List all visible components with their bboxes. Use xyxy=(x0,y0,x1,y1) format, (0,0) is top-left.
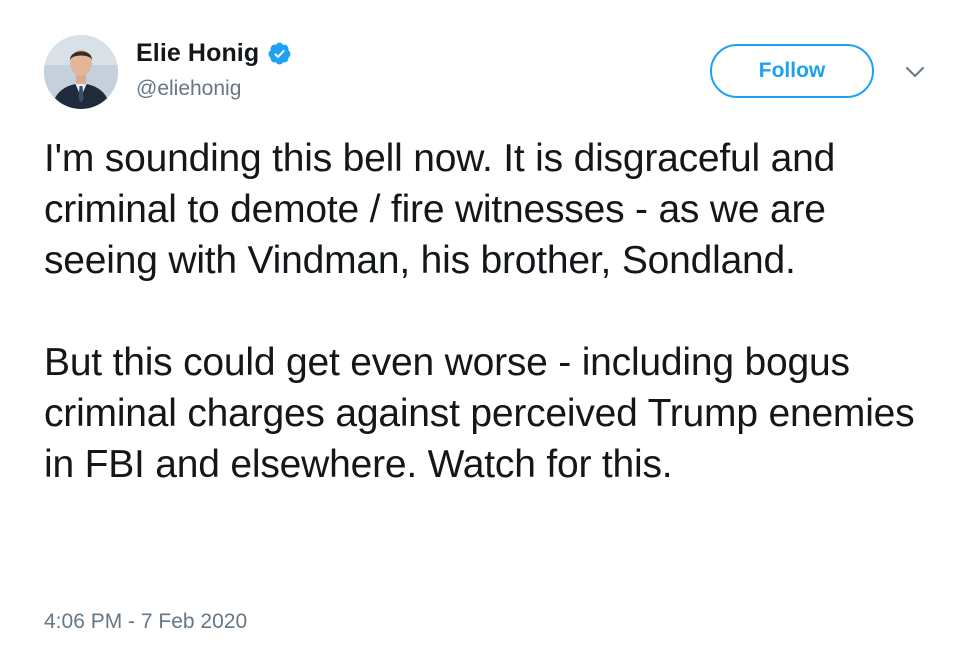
tweet-paragraph: But this could get even worse - includin… xyxy=(44,341,915,486)
author-name-row: Elie Honig xyxy=(136,37,292,69)
tweet-card: Elie Honig @eliehonig Follow I'm soundin… xyxy=(0,0,972,656)
tweet-text: I'm sounding this bell now. It is disgra… xyxy=(44,133,944,490)
tweet-paragraph: I'm sounding this bell now. It is disgra… xyxy=(44,137,836,282)
avatar[interactable] xyxy=(44,35,118,109)
author-handle[interactable]: @eliehonig xyxy=(136,77,241,101)
verified-badge-icon xyxy=(267,41,292,66)
author-display-name[interactable]: Elie Honig xyxy=(136,39,259,68)
follow-button[interactable]: Follow xyxy=(710,44,874,98)
tweet-timestamp[interactable]: 4:06 PM - 7 Feb 2020 xyxy=(44,610,247,634)
chevron-down-icon[interactable] xyxy=(904,64,926,80)
